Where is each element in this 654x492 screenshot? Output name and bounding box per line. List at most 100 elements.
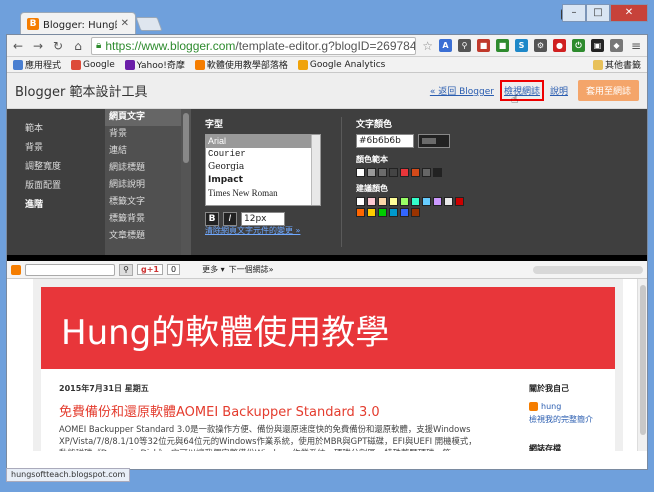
hex-color-input[interactable]: #6b6b6b [356, 134, 414, 148]
font-option[interactable]: Impact [206, 174, 320, 187]
profile-user[interactable]: hung [529, 402, 613, 411]
back-to-blogger-link[interactable]: « 返回 Blogger [430, 84, 494, 97]
clear-changes-link[interactable]: 清除網頁文字元件的變更 » [205, 225, 300, 236]
color-picker-button[interactable] [418, 134, 450, 148]
blog-title[interactable]: Hung的軟體使用教學 [61, 305, 389, 354]
font-size-select[interactable]: 12px [241, 212, 285, 226]
nav-template[interactable]: 範本 [25, 121, 105, 140]
translate-extension-icon[interactable]: A [439, 39, 452, 52]
reload-icon[interactable]: ↻ [51, 39, 65, 53]
font-option[interactable]: Courier [206, 148, 320, 161]
maximize-button[interactable]: □ [586, 4, 610, 22]
nav-advanced[interactable]: 進階 [25, 197, 105, 216]
palette-swatch[interactable] [356, 168, 365, 177]
bookmark-blog[interactable]: 軟體使用教學部落格 [194, 58, 288, 71]
bookmark-star-icon[interactable]: ☆ [422, 39, 433, 53]
pin-extension-icon[interactable]: ⚲ [458, 39, 471, 52]
nav-background[interactable]: 背景 [25, 140, 105, 159]
green-extension-icon[interactable]: ■ [496, 39, 509, 52]
font-list-scrollbar[interactable] [311, 135, 320, 205]
stop-extension-icon[interactable]: ● [553, 39, 566, 52]
bookmark-analytics[interactable]: Google Analytics [297, 59, 385, 70]
nav-layout[interactable]: 版面配置 [25, 178, 105, 197]
gplus-count: 0 [167, 264, 181, 275]
suggested-swatch[interactable] [378, 197, 387, 206]
subnav-post-title[interactable]: 文章標題 [105, 228, 181, 245]
font-option[interactable]: Times New Roman [206, 187, 320, 200]
palette-swatch[interactable] [378, 168, 387, 177]
suggested-swatch[interactable] [356, 208, 365, 217]
subnav-tab-background[interactable]: 標籤背景 [105, 211, 181, 228]
minimize-button[interactable]: – [562, 4, 586, 22]
subnav-links[interactable]: 連結 [105, 143, 181, 160]
font-option[interactable]: Georgia [206, 161, 320, 174]
view-profile-link[interactable]: 檢視我的完整簡介 [529, 414, 613, 425]
palette-swatch[interactable] [433, 168, 442, 177]
red-extension-icon[interactable]: ■ [477, 39, 490, 52]
forward-arrow-icon[interactable]: → [31, 39, 45, 53]
color-palette [356, 168, 466, 177]
screen-extension-icon[interactable]: ▣ [591, 39, 604, 52]
font-list[interactable]: Arial Courier Georgia Impact Times New R… [205, 134, 321, 206]
palette-swatch[interactable] [400, 168, 409, 177]
sync-extension-icon[interactable]: S [515, 39, 528, 52]
back-arrow-icon[interactable]: ← [11, 39, 25, 53]
bold-button[interactable]: B [205, 212, 219, 226]
help-link[interactable]: 說明 [550, 84, 568, 97]
font-controls: B I 12px [205, 212, 341, 226]
suggested-swatch[interactable] [444, 197, 453, 206]
palette-swatch[interactable] [411, 168, 420, 177]
tab-close-icon[interactable]: ✕ [121, 18, 129, 29]
subnav-scrollbar[interactable] [181, 109, 191, 255]
bookmark-yahoo[interactable]: Yahoo!奇摩 [124, 58, 185, 71]
home-icon[interactable]: ⌂ [71, 39, 85, 53]
suggested-swatch[interactable] [400, 197, 409, 206]
palette-swatch[interactable] [367, 168, 376, 177]
italic-button[interactable]: I [223, 212, 237, 226]
suggested-swatch[interactable] [455, 197, 464, 206]
new-tab-button[interactable] [135, 17, 163, 31]
suggested-swatch[interactable] [411, 197, 420, 206]
suggested-swatch[interactable] [356, 197, 365, 206]
subnav-page-text[interactable]: 網頁文字 [105, 109, 181, 126]
nav-adjust-width[interactable]: 調整寬度 [25, 159, 105, 178]
preview-scroll-thumb[interactable] [640, 285, 646, 435]
gplus-button[interactable]: g+1 [137, 264, 163, 275]
address-bar[interactable]: 🔒︎ https://www.blogger.com/template-edit… [91, 36, 417, 55]
subnav-blog-description[interactable]: 網誌說明 [105, 177, 181, 194]
navbar-search-input[interactable] [25, 263, 115, 276]
other-bookmarks[interactable]: 其他書籤 [592, 58, 641, 71]
subnav-tab-text[interactable]: 標籤文字 [105, 194, 181, 211]
preview-scrollbar[interactable] [637, 279, 647, 451]
suggested-swatch[interactable] [378, 208, 387, 217]
power-extension-icon[interactable]: ⏻ [572, 39, 585, 52]
subnav-background[interactable]: 背景 [105, 126, 181, 143]
gear-extension-icon[interactable]: ⚙ [534, 39, 547, 52]
close-window-button[interactable]: ✕ [610, 4, 648, 22]
puzzle-extension-icon[interactable]: ◆ [610, 39, 623, 52]
suggested-swatch[interactable] [389, 208, 398, 217]
suggested-swatch[interactable] [422, 197, 431, 206]
view-blog-link[interactable]: 檢視網誌 [499, 80, 544, 101]
bookmark-google[interactable]: Google [71, 59, 115, 70]
apply-to-blog-button[interactable]: 套用至網誌 [577, 80, 639, 101]
subnav-blog-title[interactable]: 網誌標題 [105, 160, 181, 177]
search-icon[interactable]: ⚲ [119, 263, 133, 276]
bookmark-apps[interactable]: 應用程式 [13, 58, 61, 71]
suggested-swatch[interactable] [433, 197, 442, 206]
post-title[interactable]: 免費備份和還原軟體AOMEI Backupper Standard 3.0 [59, 401, 380, 420]
next-blog-link[interactable]: 下一個網誌» [229, 264, 274, 275]
suggested-swatch[interactable] [400, 208, 409, 217]
menu-icon[interactable]: ≡ [629, 39, 643, 53]
browser-tab[interactable]: B Blogger: Hung的軟體使用 ✕ [20, 12, 136, 34]
more-menu[interactable]: 更多 ▾ [202, 264, 225, 275]
scroll-thumb[interactable] [183, 113, 189, 163]
font-option[interactable]: Arial [206, 135, 320, 148]
suggested-swatch[interactable] [367, 197, 376, 206]
suggested-swatch[interactable] [389, 197, 398, 206]
palette-swatch[interactable] [389, 168, 398, 177]
blogger-logo-icon[interactable] [11, 264, 21, 275]
suggested-swatch[interactable] [367, 208, 376, 217]
suggested-swatch[interactable] [411, 208, 420, 217]
palette-swatch[interactable] [422, 168, 431, 177]
